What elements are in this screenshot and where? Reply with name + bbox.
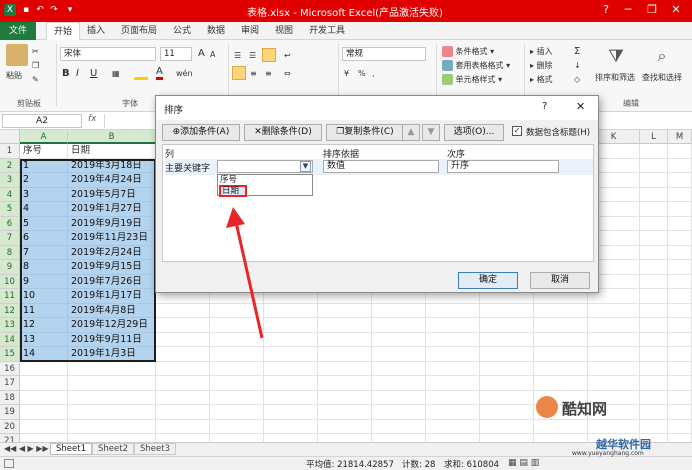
watermark-brand: 酷知网 <box>562 400 608 418</box>
watermark-url: www.yueyanghang.com <box>572 450 644 457</box>
annotation-arrow-shaft <box>234 221 264 339</box>
annotation-arrow-head <box>226 207 245 228</box>
watermark-logo-icon <box>536 396 558 418</box>
